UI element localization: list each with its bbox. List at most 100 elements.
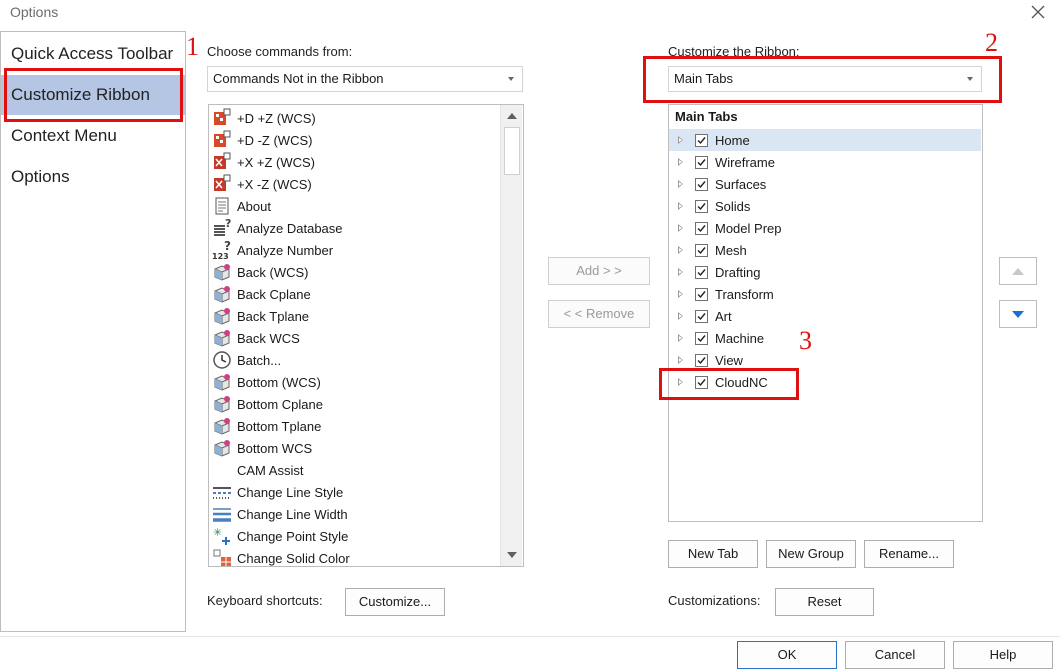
list-item-label: Change Line Width [237, 506, 348, 522]
expand-arrow-icon[interactable] [678, 268, 683, 276]
tab-checkbox[interactable] [695, 177, 708, 191]
list-item[interactable]: ? Analyze Database [211, 217, 497, 239]
tab-checkbox[interactable] [695, 309, 708, 323]
list-item-label: Back Cplane [237, 286, 311, 302]
help-button[interactable]: Help [953, 641, 1053, 669]
tab-checkbox[interactable] [695, 265, 708, 279]
checkmark-icon [697, 180, 706, 188]
list-item[interactable]: Back Cplane [211, 283, 497, 305]
list-item[interactable]: Batch... [211, 349, 497, 371]
ok-button[interactable]: OK [737, 641, 837, 669]
list-item-label: +D -Z (WCS) [237, 132, 313, 148]
expand-arrow-icon[interactable] [678, 224, 683, 232]
list-item-label: Analyze Database [237, 220, 343, 236]
list-item[interactable]: Back Tplane [211, 305, 497, 327]
list-item-label: Back (WCS) [237, 264, 309, 280]
tab-checkbox[interactable] [695, 221, 708, 235]
list-item-label: Bottom WCS [237, 440, 313, 456]
list-item[interactable]: Bottom Tplane [211, 415, 497, 437]
list-item[interactable]: Change Line Width [211, 503, 497, 525]
list-item[interactable]: Change Line Style [211, 481, 497, 503]
triangle-up-icon [506, 113, 517, 119]
list-item-label: Change Line Style [237, 484, 344, 500]
scroll-thumb[interactable] [504, 127, 520, 175]
list-item[interactable]: +X +Z (WCS) [211, 151, 497, 173]
tree-item-label: Mesh [715, 242, 747, 258]
new-tab-button[interactable]: New Tab [668, 540, 758, 568]
tab-checkbox[interactable] [695, 243, 708, 257]
commands-list[interactable]: +D +Z (WCS) +D -Z (WCS) +X +Z (WCS) +X -Z (… [208, 104, 524, 567]
scroll-down-button[interactable] [501, 544, 522, 566]
list-item[interactable]: Back (WCS) [211, 261, 497, 283]
add-button[interactable]: Add > > [548, 257, 650, 285]
list-item[interactable]: Change Solid Color [211, 547, 497, 566]
tree-item-label: Transform [715, 286, 774, 302]
choose-commands-dropdown[interactable]: Commands Not in the Ribbon [207, 66, 523, 92]
expand-arrow-icon[interactable] [678, 136, 683, 144]
cube-icon [211, 305, 233, 327]
list-item[interactable]: About [211, 195, 497, 217]
expand-arrow-icon[interactable] [678, 158, 683, 166]
list-item[interactable]: ✳ Change Point Style [211, 525, 497, 547]
new-group-button[interactable]: New Group [766, 540, 856, 568]
tree-item[interactable]: Machine [669, 327, 981, 349]
rename-button[interactable]: Rename... [864, 540, 954, 568]
move-down-button[interactable] [999, 300, 1037, 328]
tree-item[interactable]: Model Prep [669, 217, 981, 239]
expand-arrow-icon[interactable] [678, 334, 683, 342]
expand-arrow-icon[interactable] [678, 202, 683, 210]
tab-checkbox[interactable] [695, 353, 708, 367]
list-item-label: Change Point Style [237, 528, 349, 544]
list-item-label: About [237, 198, 271, 214]
cube-icon [211, 415, 233, 437]
tab-checkbox[interactable] [695, 133, 708, 147]
scroll-up-button[interactable] [501, 105, 522, 127]
nav-item-options[interactable]: Options [1, 157, 185, 197]
reset-button[interactable]: Reset [775, 588, 874, 616]
close-button[interactable] [1024, 0, 1052, 24]
list-item[interactable]: Bottom WCS [211, 437, 497, 459]
tree-item[interactable]: Mesh [669, 239, 981, 261]
tab-checkbox[interactable] [695, 199, 708, 213]
expand-arrow-icon[interactable] [678, 312, 683, 320]
list-item[interactable]: CAM Assist [211, 459, 497, 481]
move-up-button[interactable] [999, 257, 1037, 285]
svg-text:?: ? [225, 218, 231, 230]
clock-icon [211, 349, 233, 371]
remove-button[interactable]: < < Remove [548, 300, 650, 328]
expand-arrow-icon[interactable] [678, 246, 683, 254]
tree-item[interactable]: Surfaces [669, 173, 981, 195]
tab-checkbox[interactable] [695, 155, 708, 169]
expand-arrow-icon[interactable] [678, 356, 683, 364]
list-item[interactable]: Bottom Cplane [211, 393, 497, 415]
checkmark-icon [697, 158, 706, 166]
commands-scrollbar[interactable] [500, 105, 522, 566]
tree-item-label: Art [715, 308, 732, 324]
tree-item[interactable]: Wireframe [669, 151, 981, 173]
list-item[interactable]: +D -Z (WCS) [211, 129, 497, 151]
list-item-label: Analyze Number [237, 242, 334, 258]
nav-item-context-menu[interactable]: Context Menu [1, 116, 185, 156]
list-item[interactable]: 123? Analyze Number [211, 239, 497, 261]
customize-shortcuts-button[interactable]: Customize... [345, 588, 445, 616]
list-item[interactable]: +D +Z (WCS) [211, 107, 497, 129]
list-item[interactable]: +X -Z (WCS) [211, 173, 497, 195]
cancel-button[interactable]: Cancel [845, 641, 945, 669]
cube-icon [211, 261, 233, 283]
tree-item[interactable]: Art [669, 305, 981, 327]
tree-item[interactable]: Drafting [669, 261, 981, 283]
list-item[interactable]: Back WCS [211, 327, 497, 349]
expand-arrow-icon[interactable] [678, 180, 683, 188]
tab-checkbox[interactable] [695, 331, 708, 345]
ribbon-tabs-tree[interactable]: Main Tabs Home Wireframe Surfaces Solids Mod… [668, 104, 983, 522]
checkmark-icon [697, 334, 706, 342]
list-item[interactable]: Bottom (WCS) [211, 371, 497, 393]
triangle-up-icon [1012, 267, 1024, 275]
checkmark-icon [697, 268, 706, 276]
tab-checkbox[interactable] [695, 287, 708, 301]
tree-item[interactable]: Home [669, 129, 981, 151]
tree-item[interactable]: Transform [669, 283, 981, 305]
analyze-number-icon: 123? [211, 239, 233, 261]
tree-item[interactable]: Solids [669, 195, 981, 217]
expand-arrow-icon[interactable] [678, 290, 683, 298]
